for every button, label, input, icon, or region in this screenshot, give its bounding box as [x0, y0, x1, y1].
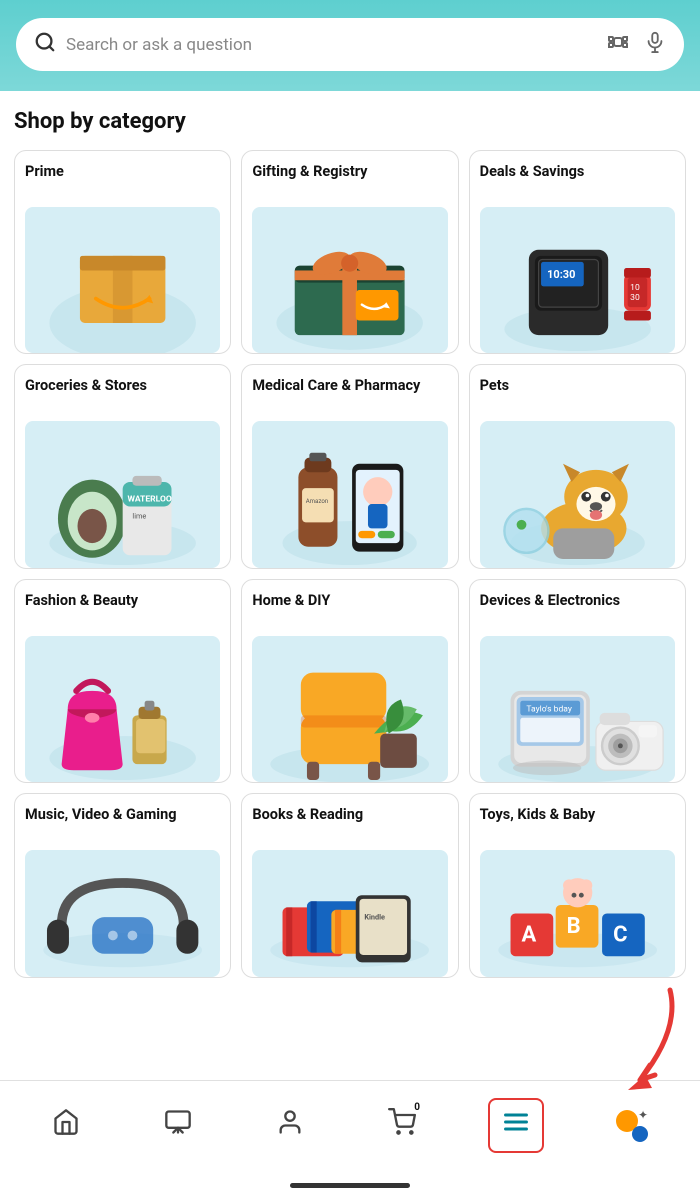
home-indicator: [290, 1183, 410, 1188]
card-title-devices: Devices & Electronics: [480, 592, 675, 628]
bottom-bar: [0, 1170, 700, 1200]
card-title-groceries: Groceries & Stores: [25, 377, 220, 413]
category-card-pets[interactable]: Pets: [469, 364, 686, 568]
svg-text:lime: lime: [132, 512, 146, 521]
cart-badge: 0: [414, 1102, 420, 1113]
card-title-gifting: Gifting & Registry: [252, 163, 447, 199]
svg-text:10:30: 10:30: [547, 268, 575, 281]
card-image-home: [252, 636, 447, 782]
card-image-devices: Taylo's bday: [480, 636, 675, 782]
nav-item-ai[interactable]: ✦: [604, 1102, 660, 1150]
nav-item-account[interactable]: [264, 1100, 316, 1151]
category-card-gifting[interactable]: Gifting & Registry: [241, 150, 458, 354]
card-title-prime: Prime: [25, 163, 220, 199]
cart-icon: [388, 1108, 416, 1143]
category-card-medical[interactable]: Medical Care & Pharmacy Amazon: [241, 364, 458, 568]
card-image-music: [25, 850, 220, 977]
search-icon: [34, 31, 56, 58]
svg-text:10: 10: [630, 283, 640, 293]
nav-item-menu[interactable]: [488, 1098, 544, 1153]
card-image-fashion: [25, 636, 220, 782]
header: Search or ask a question: [0, 0, 700, 91]
category-card-prime[interactable]: Prime: [14, 150, 231, 354]
card-image-books: Kindle: [252, 850, 447, 977]
category-card-deals[interactable]: Deals & Savings 10:30: [469, 150, 686, 354]
card-image-deals: 10:30 10 30: [480, 207, 675, 353]
search-bar[interactable]: Search or ask a question: [16, 18, 684, 71]
svg-text:C: C: [613, 923, 627, 948]
svg-text:B: B: [566, 914, 580, 939]
svg-text:WATERLOO: WATERLOO: [128, 495, 172, 505]
card-title-medical: Medical Care & Pharmacy: [252, 377, 447, 413]
nav-item-video[interactable]: [152, 1100, 204, 1151]
card-image-medical: Amazon: [252, 421, 447, 567]
card-image-gifting: [252, 207, 447, 353]
bottom-nav: 0 ✦: [0, 1080, 700, 1170]
card-title-books: Books & Reading: [252, 806, 447, 842]
category-card-toys[interactable]: Toys, Kids & Baby A B C: [469, 793, 686, 978]
card-title-home: Home & DIY: [252, 592, 447, 628]
nav-item-cart[interactable]: 0: [376, 1100, 428, 1151]
card-image-groceries: WATERLOO lime: [25, 421, 220, 567]
main-content: Shop by category Prime: [0, 91, 700, 1080]
card-title-music: Music, Video & Gaming: [25, 806, 220, 842]
search-right-icons: [606, 30, 666, 59]
ai-icon: ✦: [616, 1110, 648, 1142]
section-title: Shop by category: [14, 109, 686, 134]
category-card-devices[interactable]: Devices & Electronics Taylo's bday: [469, 579, 686, 783]
category-card-fashion[interactable]: Fashion & Beauty: [14, 579, 231, 783]
svg-text:Taylo's bday: Taylo's bday: [526, 705, 572, 715]
category-card-music[interactable]: Music, Video & Gaming: [14, 793, 231, 978]
home-icon: [52, 1108, 80, 1143]
menu-icon: [502, 1108, 530, 1143]
svg-text:Amazon: Amazon: [306, 498, 328, 505]
card-title-pets: Pets: [480, 377, 675, 413]
svg-text:30: 30: [630, 293, 640, 303]
phone-container: Search or ask a question: [0, 0, 700, 1200]
category-card-home[interactable]: Home & DIY: [241, 579, 458, 783]
svg-text:A: A: [521, 923, 536, 948]
search-placeholder: Search or ask a question: [66, 35, 596, 55]
camera-scan-icon[interactable]: [606, 30, 630, 59]
card-title-toys: Toys, Kids & Baby: [480, 806, 675, 842]
card-image-toys: A B C: [480, 850, 675, 977]
card-image-prime: [25, 207, 220, 353]
play-icon: [164, 1108, 192, 1143]
card-title-deals: Deals & Savings: [480, 163, 675, 199]
nav-item-home[interactable]: [40, 1100, 92, 1151]
card-title-fashion: Fashion & Beauty: [25, 592, 220, 628]
microphone-icon[interactable]: [644, 31, 666, 58]
category-card-books[interactable]: Books & Reading Kindle: [241, 793, 458, 978]
category-grid: Prime Gifting & Registry: [14, 150, 686, 978]
category-card-groceries[interactable]: Groceries & Stores WATERLOO lime: [14, 364, 231, 568]
person-icon: [276, 1108, 304, 1143]
svg-text:Kindle: Kindle: [365, 913, 386, 922]
card-image-pets: [480, 421, 675, 567]
